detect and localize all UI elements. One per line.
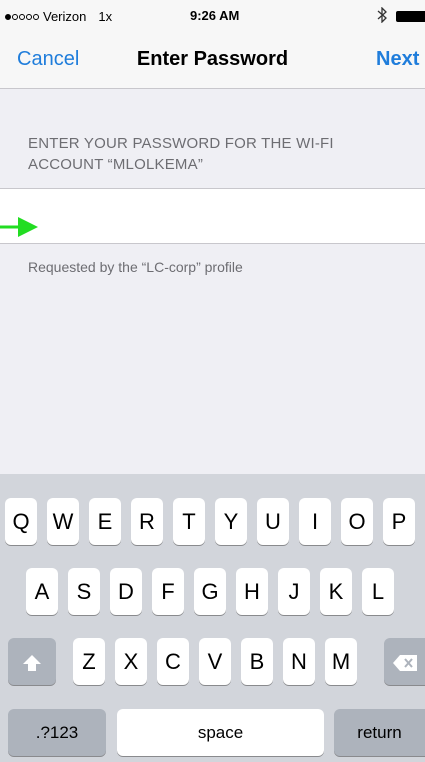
shift-arrow-icon xyxy=(23,655,41,672)
section-header-line-2: ACCOUNT “MLOLKEMA” xyxy=(28,156,204,173)
next-button[interactable]: Next xyxy=(376,48,419,71)
return-key[interactable]: return xyxy=(334,709,425,756)
key-g[interactable]: G xyxy=(194,568,226,615)
key-r[interactable]: R xyxy=(131,498,163,545)
delete-key[interactable] xyxy=(384,638,425,685)
carrier-name: Verizon xyxy=(43,9,87,24)
key-z[interactable]: Z xyxy=(73,638,105,685)
profile-note: Requested by the “LC-corp” profile xyxy=(28,259,243,275)
key-u[interactable]: U xyxy=(257,498,289,545)
navigation-bar: Cancel Enter Password Next xyxy=(0,34,425,89)
key-p[interactable]: P xyxy=(383,498,415,545)
password-row[interactable] xyxy=(0,188,425,244)
key-v[interactable]: V xyxy=(199,638,231,685)
key-n[interactable]: N xyxy=(283,638,315,685)
key-m[interactable]: M xyxy=(325,638,357,685)
key-c[interactable]: C xyxy=(157,638,189,685)
key-s[interactable]: S xyxy=(68,568,100,615)
keyboard: Q W E R T Y U I O P A S D F G H J K L Z … xyxy=(0,474,425,762)
key-w[interactable]: W xyxy=(47,498,79,545)
key-y[interactable]: Y xyxy=(215,498,247,545)
key-a[interactable]: A xyxy=(26,568,58,615)
numbers-key[interactable]: .?123 xyxy=(8,709,106,756)
key-d[interactable]: D xyxy=(110,568,142,615)
key-j[interactable]: J xyxy=(278,568,310,615)
section-header: ENTER YOUR PASSWORD FOR THE WI-FI ACCOUN… xyxy=(28,133,408,175)
key-q[interactable]: Q xyxy=(5,498,37,545)
key-x[interactable]: X xyxy=(115,638,147,685)
key-k[interactable]: K xyxy=(320,568,352,615)
key-h[interactable]: H xyxy=(236,568,268,615)
key-b[interactable]: B xyxy=(241,638,273,685)
password-input[interactable] xyxy=(50,197,414,237)
space-key[interactable]: space xyxy=(117,709,324,756)
status-time: 9:26 AM xyxy=(190,8,240,23)
status-left: Verizon 1x xyxy=(5,9,112,24)
pointer-arrow-icon xyxy=(0,217,38,237)
delete-backspace-icon xyxy=(392,655,417,672)
page-title: Enter Password xyxy=(136,48,289,70)
key-e[interactable]: E xyxy=(89,498,121,545)
battery-icon xyxy=(396,11,425,22)
key-i[interactable]: I xyxy=(299,498,331,545)
key-l[interactable]: L xyxy=(362,568,394,615)
key-o[interactable]: O xyxy=(341,498,373,545)
status-bar: Verizon 1x 9:26 AM xyxy=(0,0,425,34)
section-header-line-1: ENTER YOUR PASSWORD FOR THE WI-FI xyxy=(28,135,334,152)
key-f[interactable]: F xyxy=(152,568,184,615)
signal-strength-icon xyxy=(5,13,40,20)
shift-key[interactable] xyxy=(8,638,56,685)
key-t[interactable]: T xyxy=(173,498,205,545)
bluetooth-icon xyxy=(377,7,387,23)
network-type: 1x xyxy=(98,9,113,24)
